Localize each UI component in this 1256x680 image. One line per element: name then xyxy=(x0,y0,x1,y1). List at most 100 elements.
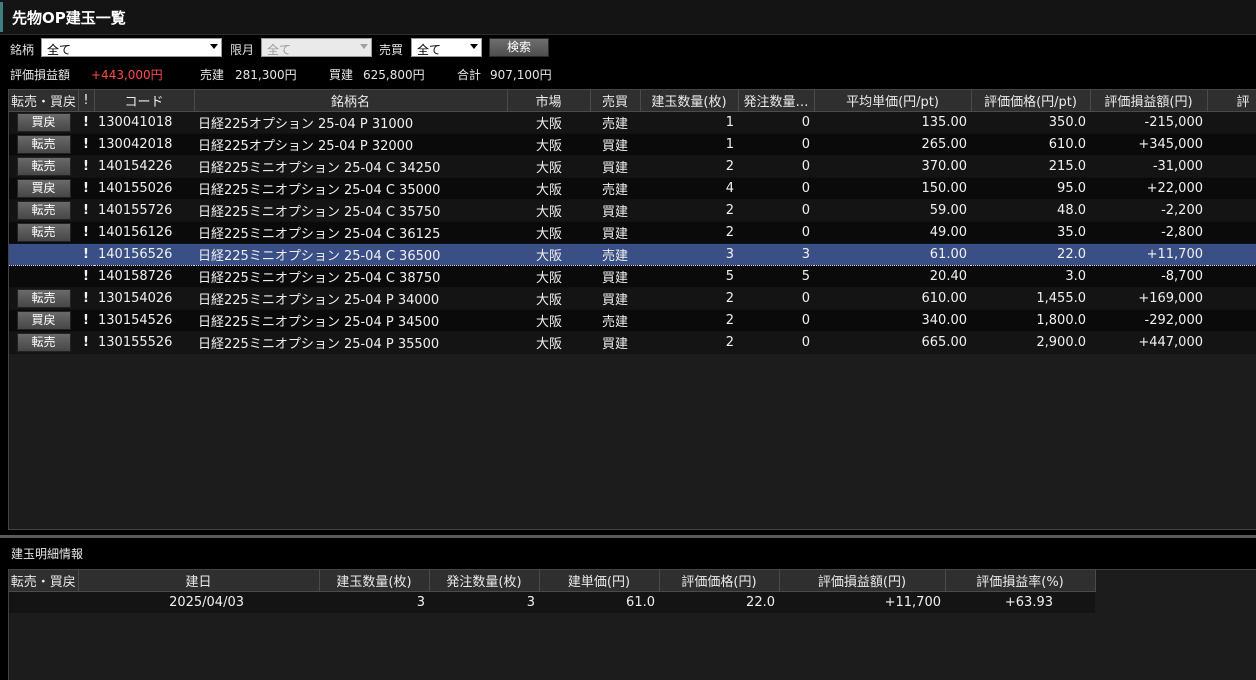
detail-eval-price: 22.0 xyxy=(659,591,779,613)
action-cell: 買戻 xyxy=(9,111,78,134)
detail-date: 2025/04/03 xyxy=(78,591,319,613)
column-header[interactable]: 評価損益額(円) xyxy=(1090,90,1208,112)
qty-cell: 3 xyxy=(640,243,738,266)
name-cell: 日経225ミニオプション 25-04 C 36500 xyxy=(194,243,507,266)
code-cell: 140156526 xyxy=(94,243,194,266)
market-cell: 大阪 xyxy=(507,155,590,178)
name-cell: 日経225オプション 25-04 P 31000 xyxy=(194,111,507,134)
table-row[interactable]: 転売! 140156126 日経225ミニオプション 25-04 C 36125 大阪… xyxy=(9,221,1256,244)
column-header[interactable]: 転売・買戻 xyxy=(9,90,79,112)
extra-cell xyxy=(1207,243,1256,266)
extra-cell xyxy=(1207,177,1256,200)
order-qty-cell: 0 xyxy=(738,287,814,310)
table-row[interactable]: 転売! 130042018 日経225オプション 25-04 P 32000 大阪 買建… xyxy=(9,133,1256,156)
avg-price-cell: 135.00 xyxy=(814,111,971,134)
table-row[interactable]: 転売! 130154026 日経225ミニオプション 25-04 P 34000 大阪… xyxy=(9,287,1256,310)
alert-mark: ! xyxy=(78,287,94,310)
detail-order-qty: 3 xyxy=(429,591,539,613)
name-cell: 日経225ミニオプション 25-04 P 34000 xyxy=(194,287,507,310)
column-header[interactable]: ! xyxy=(78,90,95,112)
detail-column-header[interactable]: 評価価格(円) xyxy=(659,570,780,592)
resell-button[interactable]: 転売 xyxy=(16,333,71,352)
resell-button[interactable]: 転売 xyxy=(16,289,71,308)
name-cell: 日経225オプション 25-04 P 32000 xyxy=(194,133,507,156)
market-cell: 大阪 xyxy=(507,265,590,288)
extra-cell xyxy=(1207,331,1256,354)
name-cell: 日経225ミニオプション 25-04 C 34250 xyxy=(194,155,507,178)
eval-price-cell: 1,455.0 xyxy=(971,287,1090,310)
action-cell: 転売 xyxy=(9,331,78,354)
market-cell: 大阪 xyxy=(507,287,590,310)
detail-column-header[interactable]: 転売・買戻 xyxy=(9,570,79,592)
pl-cell: +22,000 xyxy=(1090,177,1207,200)
buyback-button[interactable]: 買戻 xyxy=(16,113,71,132)
order-qty-cell: 0 xyxy=(738,309,814,332)
action-cell: 転売 xyxy=(9,199,78,222)
detail-column-header[interactable]: 建日 xyxy=(78,570,320,592)
code-cell: 130155526 xyxy=(94,331,194,354)
positions-body: 買戻! 130041018 日経225オプション 25-04 P 31000 大阪 売建… xyxy=(9,111,1256,354)
buyback-button[interactable]: 買戻 xyxy=(16,311,71,330)
eval-price-cell: 22.0 xyxy=(971,243,1090,266)
extra-cell xyxy=(1207,111,1256,134)
avg-price-cell: 265.00 xyxy=(814,133,971,156)
resell-button[interactable]: 転売 xyxy=(16,223,71,242)
pane-splitter[interactable] xyxy=(0,535,1256,538)
column-header[interactable]: 評 xyxy=(1207,90,1256,112)
detail-column-header[interactable]: 建単価(円) xyxy=(539,570,660,592)
table-row[interactable]: ! 140156526 日経225ミニオプション 25-04 C 36500 大阪 売建… xyxy=(9,243,1256,266)
column-header[interactable]: 評価価格(円/pt) xyxy=(971,90,1091,112)
alert-mark: ! xyxy=(78,331,94,354)
market-cell: 大阪 xyxy=(507,331,590,354)
detail-column-header[interactable]: 発注数量(枚) xyxy=(429,570,540,592)
table-row[interactable]: 買戻! 130041018 日経225オプション 25-04 P 31000 大阪 売建… xyxy=(9,111,1256,134)
table-row[interactable]: 買戻! 140155026 日経225ミニオプション 25-04 C 35000 大阪… xyxy=(9,177,1256,200)
avg-price-cell: 49.00 xyxy=(814,221,971,244)
avg-price-cell: 370.00 xyxy=(814,155,971,178)
side-select[interactable]: 全て xyxy=(411,38,482,57)
column-header[interactable]: 建玉数量(枚) xyxy=(640,90,739,112)
order-qty-cell: 0 xyxy=(738,177,814,200)
name-cell: 日経225ミニオプション 25-04 C 36125 xyxy=(194,221,507,244)
chevron-down-icon xyxy=(470,44,478,49)
name-cell: 日経225ミニオプション 25-04 P 35500 xyxy=(194,331,507,354)
column-header[interactable]: 市場 xyxy=(507,90,591,112)
detail-table: 転売・買戻 建日 建玉数量(枚) 発注数量(枚) 建単価(円) 評価価格(円) 評価損益額(… xyxy=(9,570,1096,613)
column-header[interactable]: 平均単価(円/pt) xyxy=(814,90,972,112)
resell-button[interactable]: 転売 xyxy=(16,135,71,154)
qty-cell: 2 xyxy=(640,287,738,310)
order-qty-cell: 0 xyxy=(738,133,814,156)
eval-price-cell: 2,900.0 xyxy=(971,331,1090,354)
pl-cell: +447,000 xyxy=(1090,331,1207,354)
column-header[interactable]: コード xyxy=(94,90,195,112)
symbol-select[interactable]: 全て xyxy=(41,38,222,57)
table-row[interactable]: 買戻! 130154526 日経225ミニオプション 25-04 P 34500 大阪… xyxy=(9,309,1256,332)
qty-cell: 5 xyxy=(640,265,738,288)
column-header[interactable]: 発注数量… xyxy=(738,90,815,112)
detail-grid[interactable]: 転売・買戻 建日 建玉数量(枚) 発注数量(枚) 建単価(円) 評価価格(円) 評価損益額(… xyxy=(8,569,1256,680)
column-header[interactable]: 売買 xyxy=(590,90,641,112)
detail-column-header[interactable]: 評価損益額(円) xyxy=(779,570,946,592)
buy-value: 625,800円 xyxy=(363,68,425,82)
table-row[interactable]: 転売! 140155726 日経225ミニオプション 25-04 C 35750 大阪… xyxy=(9,199,1256,222)
resell-button[interactable]: 転売 xyxy=(16,201,71,220)
name-cell: 日経225ミニオプション 25-04 C 35000 xyxy=(194,177,507,200)
resell-button[interactable]: 転売 xyxy=(16,157,71,176)
detail-column-header[interactable]: 評価損益率(%) xyxy=(945,570,1096,592)
detail-column-header[interactable]: 建玉数量(枚) xyxy=(319,570,430,592)
total-label: 合計 xyxy=(457,68,482,82)
buyback-button[interactable]: 買戻 xyxy=(16,179,71,198)
table-row[interactable]: ! 140158726 日経225ミニオプション 25-04 C 38750 大阪 買建… xyxy=(9,265,1256,288)
eval-price-cell: 215.0 xyxy=(971,155,1090,178)
column-header[interactable]: 銘柄名 xyxy=(194,90,508,112)
detail-row[interactable]: 2025/04/03 3 3 61.0 22.0 +11,700 +63.93 xyxy=(9,591,1095,613)
search-button[interactable]: 検索 xyxy=(489,38,549,57)
table-row[interactable]: 転売! 130155526 日経225ミニオプション 25-04 P 35500 大阪… xyxy=(9,331,1256,354)
action-cell: 転売 xyxy=(9,133,78,156)
positions-grid[interactable]: 転売・買戻! コード 銘柄名 市場 売買 建玉数量(枚) 発注数量… 平均単価(円/pt) 評価… xyxy=(8,89,1256,530)
table-row[interactable]: 転売! 140154226 日経225ミニオプション 25-04 C 34250 大阪… xyxy=(9,155,1256,178)
sell-label: 売建 xyxy=(200,68,225,82)
title-accent xyxy=(0,2,3,32)
action-cell xyxy=(9,265,78,288)
avg-price-cell: 665.00 xyxy=(814,331,971,354)
